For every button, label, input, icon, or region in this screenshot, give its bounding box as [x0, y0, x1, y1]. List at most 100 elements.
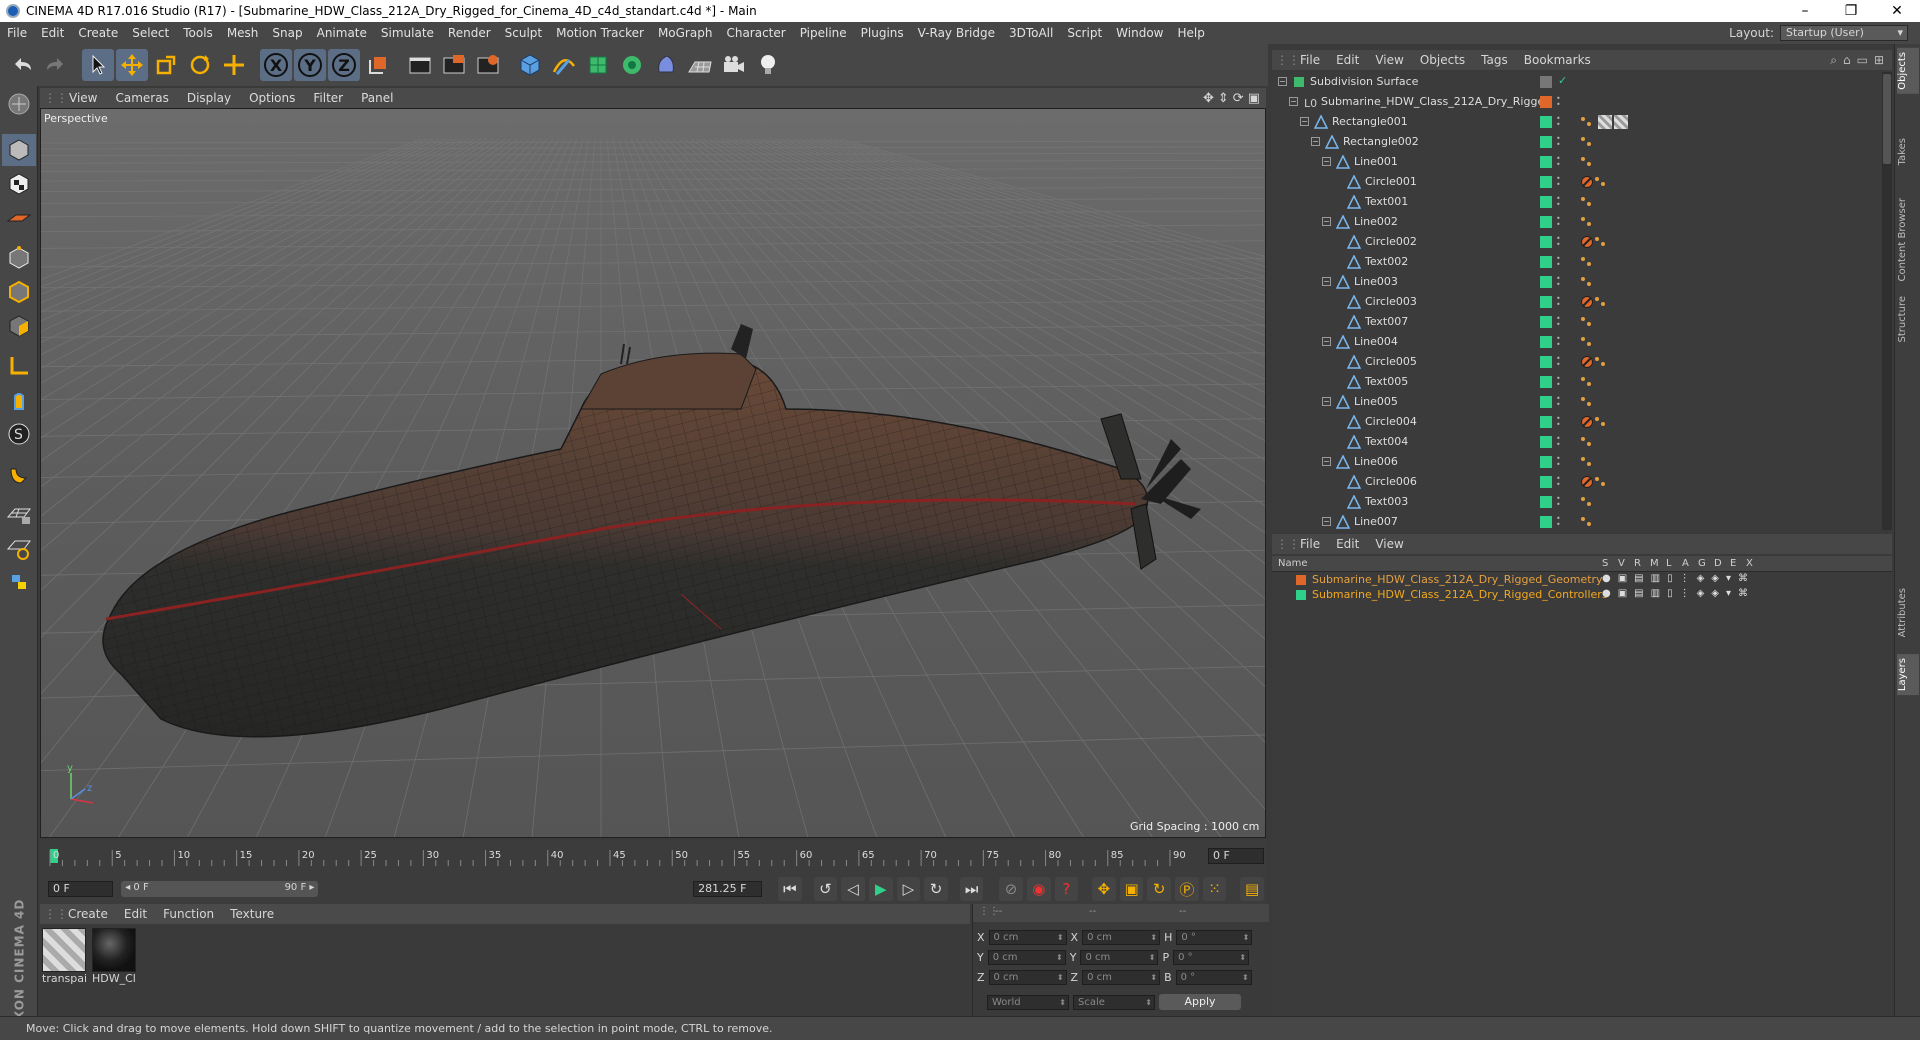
visibility-dots-icon[interactable]: • •: [1556, 475, 1562, 489]
xpresso-tag-icon[interactable]: [1580, 335, 1592, 352]
go-to-start-button[interactable]: ⏮: [778, 877, 802, 901]
menu-item-7[interactable]: Animate: [310, 26, 374, 40]
layer-color-tag[interactable]: [1540, 196, 1552, 208]
viewport-menu-item-2[interactable]: Display: [178, 91, 240, 105]
layer-color-swatch[interactable]: [1296, 575, 1306, 585]
layer-menu-item-2[interactable]: View: [1367, 537, 1411, 551]
layer-flags-icon[interactable]: ●▣▤▥▯⋮◈◈▾⌘: [1602, 588, 1755, 599]
menu-item-10[interactable]: Sculpt: [498, 26, 549, 40]
collapse-toggle-icon[interactable]: −: [1278, 77, 1287, 86]
y-axis-button[interactable]: Y: [294, 49, 326, 81]
layer-color-tag[interactable]: [1540, 276, 1552, 288]
object-row[interactable]: − Line005 • •: [1272, 392, 1882, 412]
timeline[interactable]: 0 5 10 15 20 25 30 35 40 45 50 55 60 65 70 75 80 85 90 0 F: [40, 840, 1266, 874]
deformer-button[interactable]: [650, 49, 682, 81]
layer-row[interactable]: Submarine_HDW_Class_212A_Dry_Rigged_Geom…: [1272, 572, 1892, 587]
constraint-tag-icon[interactable]: [1580, 235, 1606, 252]
object-row[interactable]: − Line002 • •: [1272, 212, 1882, 232]
menu-item-6[interactable]: Snap: [265, 26, 309, 40]
layer-menu-item-1[interactable]: Edit: [1328, 537, 1367, 551]
range-slider[interactable]: ◂ 0 F 90 F ▸: [121, 881, 319, 897]
rot-p-field[interactable]: 0 °: [1173, 950, 1250, 965]
next-frame-button[interactable]: ▷: [896, 877, 921, 901]
expand-icon[interactable]: ⊞: [1874, 53, 1884, 68]
layer-row[interactable]: Submarine_HDW_Class_212A_Dry_Rigged_Cont…: [1272, 587, 1892, 602]
cloner-button[interactable]: [616, 49, 648, 81]
viewport-menu-item-3[interactable]: Options: [240, 91, 304, 105]
floor-object-button[interactable]: [684, 49, 716, 81]
xpresso-tag-icon[interactable]: [1580, 255, 1592, 272]
scale-dropdown[interactable]: Scale: [1073, 994, 1155, 1010]
side-tab-content-browser[interactable]: Content Browser: [1897, 194, 1919, 285]
xpresso-tag-icon[interactable]: [1580, 135, 1592, 152]
minimize-button[interactable]: –: [1782, 3, 1828, 19]
side-tab-takes[interactable]: Takes: [1897, 134, 1919, 169]
key-scale-button[interactable]: ▣: [1119, 877, 1144, 901]
close-button[interactable]: ✕: [1874, 3, 1920, 19]
home-icon[interactable]: ⌂: [1843, 53, 1851, 68]
layer-color-tag[interactable]: [1540, 76, 1552, 88]
layer-header-0[interactable]: Name: [1278, 558, 1308, 569]
fps-field[interactable]: 281.25 F: [693, 881, 763, 897]
xpresso-tag-icon[interactable]: [1580, 115, 1592, 132]
menu-item-14[interactable]: Pipeline: [793, 26, 854, 40]
material-swatch[interactable]: HDW_Cl: [92, 928, 136, 985]
enabled-check-icon[interactable]: ✓: [1558, 74, 1567, 87]
side-tab-attributes[interactable]: Attributes: [1897, 584, 1919, 641]
visibility-dots-icon[interactable]: • •: [1556, 115, 1562, 129]
collapse-toggle-icon[interactable]: −: [1322, 277, 1331, 286]
xpresso-tag-icon[interactable]: [1580, 395, 1592, 412]
object-row[interactable]: − Line006 • •: [1272, 452, 1882, 472]
object-row[interactable]: Text001 • •: [1272, 192, 1882, 212]
pos-y-field[interactable]: 0 cm: [987, 950, 1066, 965]
visibility-dots-icon[interactable]: • •: [1556, 295, 1562, 309]
layer-color-tag[interactable]: [1540, 356, 1552, 368]
object-row[interactable]: − Rectangle001 • •: [1272, 112, 1882, 132]
toggle-view-icon[interactable]: ▣: [1248, 91, 1260, 106]
layer-header-1[interactable]: S: [1602, 558, 1608, 569]
axis-mode-button[interactable]: [2, 350, 36, 382]
polygons-mode-button[interactable]: [2, 310, 36, 342]
pos-z-field[interactable]: 0 cm: [988, 970, 1067, 985]
visibility-dots-icon[interactable]: • •: [1556, 495, 1562, 509]
visibility-dots-icon[interactable]: • •: [1556, 455, 1562, 469]
constraint-tag-icon[interactable]: [1580, 295, 1606, 312]
key-pla-button[interactable]: ⁙: [1202, 877, 1227, 901]
workplane-mode-button[interactable]: [2, 202, 36, 234]
layer-color-tag[interactable]: [1540, 476, 1552, 488]
object-row[interactable]: Text003 • •: [1272, 492, 1882, 512]
visibility-dots-icon[interactable]: • •: [1556, 335, 1562, 349]
visibility-dots-icon[interactable]: • •: [1556, 415, 1562, 429]
python-script-button[interactable]: [2, 566, 36, 598]
go-to-end-button[interactable]: ⏭: [959, 877, 984, 901]
visibility-dots-icon[interactable]: • •: [1556, 175, 1562, 189]
xpresso-tag-icon[interactable]: [1580, 495, 1592, 512]
object-row[interactable]: Circle001 • •: [1272, 172, 1882, 192]
viewport-menu-item-1[interactable]: Cameras: [106, 91, 177, 105]
size-x-field[interactable]: 0 cm: [1082, 930, 1161, 945]
collapse-toggle-icon[interactable]: −: [1289, 97, 1298, 106]
object-row[interactable]: Text005 • •: [1272, 372, 1882, 392]
viewport-menu-item-4[interactable]: Filter: [304, 91, 352, 105]
layer-color-tag[interactable]: [1540, 396, 1552, 408]
xpresso-tag-icon[interactable]: [1580, 275, 1592, 292]
object-menu-item-0[interactable]: File: [1292, 53, 1328, 67]
grid-snap-button[interactable]: [2, 532, 36, 564]
z-axis-button[interactable]: Z: [328, 49, 360, 81]
subdivision-surface-button[interactable]: [582, 49, 614, 81]
previous-frame-button[interactable]: ◁: [841, 877, 865, 901]
x-axis-button[interactable]: X: [260, 49, 292, 81]
keyframe-selection-button[interactable]: ?: [1054, 877, 1079, 901]
layer-header-5[interactable]: L: [1666, 558, 1672, 569]
menu-item-19[interactable]: Window: [1109, 26, 1170, 40]
undo-button[interactable]: [6, 49, 38, 81]
tweak-mode-button[interactable]: [2, 384, 36, 416]
visibility-dots-icon[interactable]: • •: [1556, 195, 1562, 209]
menu-item-5[interactable]: Mesh: [220, 26, 266, 40]
layer-color-swatch[interactable]: [1296, 590, 1306, 600]
material-menu-item-1[interactable]: Edit: [116, 907, 155, 921]
menu-item-16[interactable]: V-Ray Bridge: [911, 26, 1002, 40]
object-menu-item-3[interactable]: Objects: [1412, 53, 1473, 67]
layer-color-tag[interactable]: [1540, 416, 1552, 428]
menu-item-8[interactable]: Simulate: [374, 26, 441, 40]
